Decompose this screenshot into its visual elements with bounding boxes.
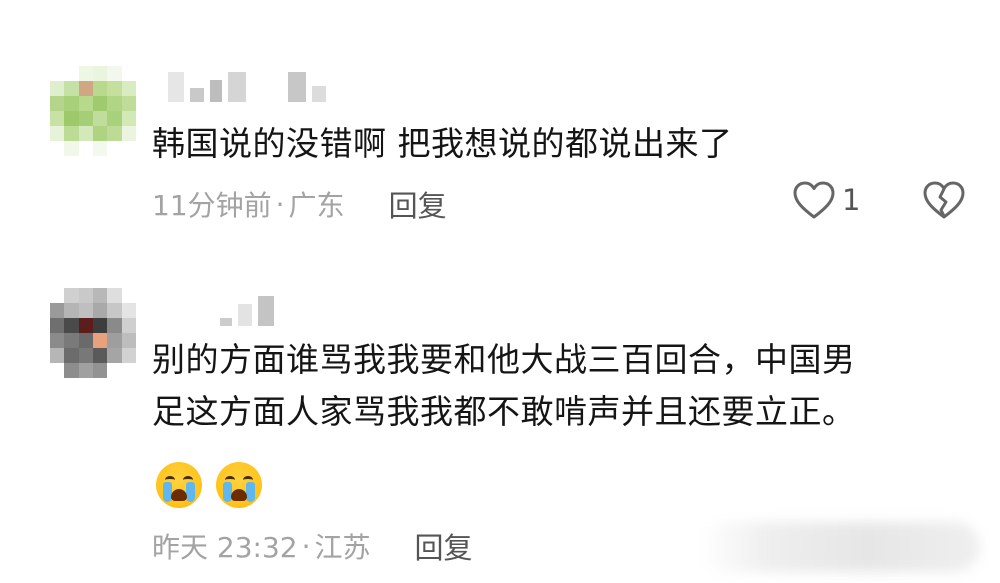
heart-outline-icon (793, 181, 835, 219)
blurred-overlay (700, 522, 980, 572)
broken-heart-icon (923, 181, 965, 219)
reply-button[interactable]: 回复 (389, 183, 447, 225)
comment-text: 别的方面谁骂我我要和他大战三百回合，中国男 足这方面人家骂我我都不敢啃声并且还要… (152, 340, 856, 431)
username-blurred[interactable] (168, 62, 326, 102)
emoji-row (156, 462, 262, 508)
like-count: 1 (842, 183, 861, 217)
comment-location: 江苏 (314, 531, 371, 564)
comment-time: 11分钟前 (152, 189, 272, 222)
comment-item: 韩国说的没错啊 把我想说的都说出来了 11分钟前 · 广东 回复 1 (0, 0, 1000, 260)
meta-separator: · (275, 187, 285, 221)
comment-location: 广东 (288, 189, 345, 222)
dislike-button[interactable] (922, 180, 966, 220)
comment-time: 昨天 23:32 (152, 531, 298, 564)
comment-meta: 昨天 23:32 · 江苏 回复 (152, 526, 473, 566)
comment-actions: 1 (792, 180, 966, 220)
comment-text: 韩国说的没错啊 把我想说的都说出来了 (152, 124, 733, 163)
meta-separator: · (301, 529, 311, 563)
avatar[interactable] (50, 66, 136, 156)
crying-face-emoji (216, 462, 262, 508)
username-blurred[interactable] (220, 286, 274, 326)
comment-item: 别的方面谁骂我我要和他大战三百回合，中国男 足这方面人家骂我我都不敢啃声并且还要… (0, 260, 1000, 583)
avatar[interactable] (50, 288, 136, 378)
reply-button[interactable]: 回复 (415, 525, 473, 567)
like-button[interactable]: 1 (792, 180, 882, 220)
crying-face-emoji (156, 462, 202, 508)
comment-meta: 11分钟前 · 广东 回复 (152, 184, 447, 224)
